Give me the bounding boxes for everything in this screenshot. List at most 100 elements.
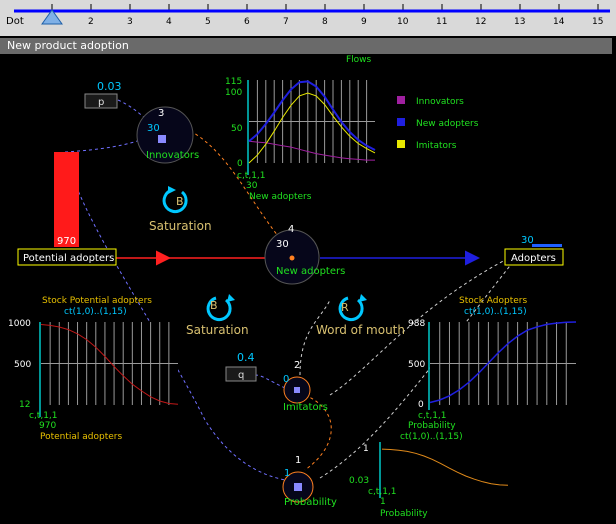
probability-value: 1 (284, 468, 290, 479)
param-p-label: p (98, 97, 104, 108)
adopters-x-label-1: c,t,1,1 (418, 411, 447, 421)
adopters-chart: Stock Adopters ct(1,0)..(1,15) 988 500 0… (400, 296, 577, 442)
innovators-value: 30 (147, 123, 160, 134)
legend-swatch-innovators (397, 96, 405, 104)
potential-x-caption: Potential adopters (40, 432, 123, 442)
ruler-tick-label: 10 (397, 17, 409, 27)
ruler-tick-label: 8 (322, 17, 328, 27)
innovators-marker (158, 135, 166, 143)
loop-saturation-bottom: B Saturation (186, 294, 249, 337)
ruler-tick-label: 12 (475, 17, 486, 27)
probability-chart: 1 0.03 c,t,1,1 1 Probability (349, 442, 509, 519)
flows-tick: 0 (237, 159, 243, 169)
adopters-bar (532, 244, 562, 247)
probability-lines (381, 448, 509, 486)
adopters-value: 30 (521, 235, 534, 246)
probability-label: Probability (284, 497, 337, 508)
adopters-x-caption: ct(1,0)..(1,15) (400, 432, 463, 442)
param-q-value: 0.4 (237, 351, 255, 364)
imitators-node[interactable]: 2 0 Imitators (283, 360, 328, 413)
ruler-tick-label: 7 (283, 17, 289, 27)
diagram-canvas: 970 Potential adopters 30 Adopters 0.03 … (8, 55, 577, 519)
adopters-tick: 500 (408, 360, 425, 370)
series-line-probability (381, 448, 509, 486)
ruler-tick-label: 9 (361, 17, 367, 27)
loop-label: Saturation (149, 219, 212, 233)
flows-x-label-2: 30 (246, 181, 258, 191)
loop-letter: B (176, 195, 184, 208)
probability-tick-bottom: 0.03 (349, 476, 369, 486)
potential-adopters-value: 970 (57, 236, 76, 247)
legend-label-new-adopters: New adopters (416, 119, 479, 129)
flows-x-label-1: c,t,1,1 (237, 171, 266, 181)
param-q-label: q (238, 370, 244, 381)
probability-number: 1 (295, 455, 301, 466)
imitators-marker (294, 387, 300, 393)
link-q-imitators (254, 374, 286, 389)
ruler-tick-label: 11 (436, 17, 447, 27)
loop-saturation-top: B Saturation (149, 186, 212, 233)
potential-tick: 500 (14, 360, 31, 370)
probability-node[interactable]: 1 1 Probability (282, 455, 337, 508)
loop-label: Saturation (186, 323, 249, 337)
adopters-chart-title: Stock Adopters (459, 296, 527, 306)
ruler-ticks: 123456789101112131415 (49, 4, 603, 27)
innovators-number: 3 (158, 108, 164, 119)
innovators-node[interactable]: 3 30 Innovators (136, 106, 199, 164)
adopters-tick: 0 (418, 400, 424, 410)
new-adopters-label: New adopters (276, 266, 345, 277)
innovators-label: Innovators (146, 150, 199, 161)
param-p-value: 0.03 (97, 80, 122, 93)
probability-x-label-2: 1 (380, 497, 386, 507)
time-ruler[interactable]: Dot 123456789101112131415 (0, 0, 616, 36)
link-potential-innovators (64, 137, 146, 153)
loop-arrowhead-icon (168, 186, 176, 194)
link-imitators-newadopters (299, 299, 331, 376)
probability-x-label-1: c,t,1,1 (368, 487, 397, 497)
flows-x-caption: New adopters (249, 192, 312, 202)
loop-letter: R (341, 301, 349, 314)
new-adopters-value: 30 (276, 239, 289, 250)
flows-tick: 115 (225, 77, 242, 87)
potential-tick: 1000 (8, 319, 31, 329)
legend-label-imitators: Imitators (416, 141, 457, 151)
loop-letter: B (210, 299, 218, 312)
imitators-number: 2 (294, 360, 300, 371)
loop-label: Word of mouth (316, 323, 405, 337)
potential-x-label-2: 970 (39, 421, 56, 431)
loop-arrowhead-icon (227, 294, 235, 302)
legend-label-innovators: Innovators (416, 97, 464, 107)
probability-marker (294, 483, 302, 491)
potential-x-label-1: c,t,1,1 (29, 411, 58, 421)
potential-adopters-bar (54, 152, 79, 247)
ruler-tick-label: 6 (244, 17, 250, 27)
adopters-label: Adopters (511, 253, 556, 264)
ruler-tick-label: 3 (127, 17, 133, 27)
loop-word-of-mouth: R Word of mouth (316, 294, 405, 337)
ruler-label: Dot (6, 16, 24, 27)
potential-tick: 12 (19, 400, 30, 410)
potential-chart-title: Stock Potential adopters (42, 296, 152, 306)
new-adopters-number: 4 (288, 224, 294, 235)
loop-arrowhead-icon (359, 294, 367, 302)
ruler-tick-label: 13 (514, 17, 525, 27)
ruler-tick-label: 15 (592, 17, 603, 27)
panel-title: New product adoption (0, 38, 612, 54)
probability-x-caption: Probability (380, 509, 428, 519)
flows-chart-title: Flows (346, 55, 372, 65)
new-adopters-node[interactable]: 4 30 New adopters (264, 224, 345, 285)
flows-tick: 50 (231, 124, 243, 134)
ruler-tick-label: 14 (553, 17, 565, 27)
imitators-label: Imitators (283, 402, 328, 413)
potential-chart-subtitle: ct(1,0)..(1,15) (64, 307, 127, 317)
time-ruler-svg: Dot 123456789101112131415 (6, 4, 610, 27)
adopters-x-label-2: Probability (408, 421, 456, 431)
potential-adopters-label: Potential adopters (23, 253, 114, 264)
adopters-tick: 988 (408, 319, 425, 329)
ruler-tick-label: 4 (166, 17, 172, 27)
legend-swatch-imitators (397, 140, 405, 148)
flows-tick: 100 (225, 88, 242, 98)
probability-tick-top: 1 (363, 444, 369, 454)
ruler-tick-label: 5 (205, 17, 211, 27)
legend-swatch-new-adopters (397, 118, 405, 126)
